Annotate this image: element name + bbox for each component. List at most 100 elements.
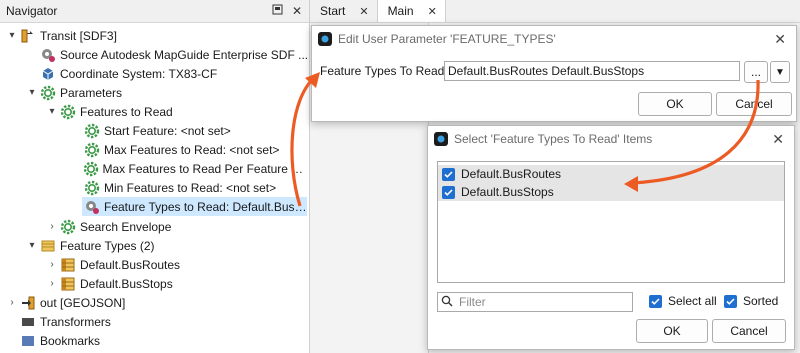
edit-parameter-dialog: Edit User Parameter 'FEATURE_TYPES' ✕ Fe… xyxy=(311,25,797,122)
list-item[interactable]: Default.BusStops xyxy=(438,183,784,201)
tab-label: Main xyxy=(387,4,414,18)
tab-main[interactable]: Main ✕ xyxy=(377,0,446,22)
tree-item-label: Transit [SDF3] xyxy=(40,28,117,43)
dialog-titlebar: Edit User Parameter 'FEATURE_TYPES' ✕ xyxy=(312,26,796,52)
tree-item-source[interactable]: Source Autodesk MapGuide Enterprise SDF … xyxy=(0,45,309,64)
tree-item-search-envelope[interactable]: › Search Envelope xyxy=(0,217,309,236)
chevron-down-icon[interactable]: ▾ xyxy=(6,26,18,45)
browse-button[interactable]: ... xyxy=(744,61,768,83)
tree-item-label: Feature Types (2) xyxy=(60,238,155,253)
tree-item-label: Bookmarks xyxy=(40,333,101,348)
select-all-checkbox[interactable]: Select all xyxy=(649,294,717,308)
checkbox-checked-icon[interactable] xyxy=(649,294,662,308)
feature-types-field[interactable]: Default.BusRoutes Default.BusStops xyxy=(444,61,740,81)
tree-item-busroutes[interactable]: › Default.BusRoutes xyxy=(0,255,309,274)
chevron-right-icon[interactable]: › xyxy=(46,217,58,236)
tree-item-max-features-per-type[interactable]: Max Features to Read Per Feature Ty... xyxy=(0,159,309,178)
items-list: Default.BusRoutes Default.BusStops xyxy=(437,161,785,283)
ok-label: OK xyxy=(663,324,681,338)
chevron-right-icon[interactable]: › xyxy=(6,293,18,312)
tree-item-transit[interactable]: ▾ Transit [SDF3] xyxy=(0,26,309,45)
table-icon xyxy=(60,257,76,273)
gear-icon xyxy=(84,180,100,196)
close-icon[interactable]: ✕ xyxy=(289,4,305,18)
checkbox-checked-icon[interactable] xyxy=(442,185,455,199)
transformer-icon xyxy=(20,314,36,330)
checkbox-checked-icon[interactable] xyxy=(724,294,737,308)
writer-icon xyxy=(20,295,36,311)
cancel-button[interactable]: Cancel xyxy=(716,92,792,116)
tree-item-label: Max Features to Read: <not set> xyxy=(104,142,280,157)
sorted-label: Sorted xyxy=(743,294,779,308)
gear-user-icon xyxy=(84,199,100,215)
tree-item-coordinate-system[interactable]: Coordinate System: TX83-CF xyxy=(0,64,309,83)
tree-item-bookmarks[interactable]: Bookmarks xyxy=(0,331,309,350)
gear-user-icon xyxy=(40,47,56,63)
reader-icon xyxy=(20,28,36,44)
chevron-down-icon[interactable]: ▾ xyxy=(26,83,38,102)
tree-item-label: Start Feature: <not set> xyxy=(104,123,231,138)
chevron-right-icon[interactable]: › xyxy=(46,255,58,274)
tree-item-label: Default.BusStops xyxy=(80,276,173,291)
tree-item-label: Features to Read xyxy=(80,104,173,119)
tree-item-feature-types-to-read[interactable]: Feature Types to Read: Default.BusR... xyxy=(82,197,307,216)
tree-item-busstops[interactable]: › Default.BusStops xyxy=(0,274,309,293)
tab-start[interactable]: Start ✕ xyxy=(310,0,378,22)
tree-item-feature-types[interactable]: ▾ Feature Types (2) xyxy=(0,236,309,255)
select-all-label: Select all xyxy=(668,294,717,308)
dialog-titlebar: Select 'Feature Types To Read' Items ✕ xyxy=(428,126,794,152)
tree-item-transformers[interactable]: Transformers xyxy=(0,312,309,331)
gear-icon xyxy=(60,219,76,235)
tree-item-label: Max Features to Read Per Feature Ty... xyxy=(102,161,310,176)
tree-item-max-features[interactable]: Max Features to Read: <not set> xyxy=(0,140,309,159)
navigator-title: Navigator xyxy=(6,4,58,18)
navigator-panel: Navigator ✕ ▾ Transit [SDF3] Source Auto… xyxy=(0,0,310,353)
ok-button[interactable]: OK xyxy=(638,92,712,116)
ok-label: OK xyxy=(666,97,684,111)
filter-input[interactable]: Filter xyxy=(437,292,633,312)
dropdown-button[interactable]: ▼ xyxy=(770,61,790,83)
app-logo-icon xyxy=(318,32,332,46)
tree-item-label: Transformers xyxy=(40,314,111,329)
gear-icon xyxy=(84,142,100,158)
tree-item-label: Source Autodesk MapGuide Enterprise SDF … xyxy=(60,47,309,62)
tab-label: Start xyxy=(320,4,346,18)
pin-icon[interactable] xyxy=(269,4,285,18)
tree-item-out[interactable]: › out [GEOJSON] xyxy=(0,293,309,312)
coordinate-icon xyxy=(40,66,56,82)
tree-item-label: Feature Types to Read: Default.BusR... xyxy=(104,199,307,214)
chevron-down-icon[interactable]: ▾ xyxy=(46,102,58,121)
app-logo-icon xyxy=(434,132,448,146)
gear-icon xyxy=(40,85,56,101)
chevron-right-icon[interactable]: › xyxy=(46,274,58,293)
field-label: Feature Types To Read: xyxy=(320,64,448,78)
tree-item-start-feature[interactable]: Start Feature: <not set> xyxy=(0,121,309,140)
navigator-header: Navigator ✕ xyxy=(0,0,309,23)
tree-item-label: out [GEOJSON] xyxy=(40,295,126,310)
field-value: Default.BusRoutes Default.BusStops xyxy=(448,64,645,78)
item-label: Default.BusRoutes xyxy=(461,167,562,181)
browse-label: ... xyxy=(750,65,761,79)
tab-bar: Start ✕ Main ✕ xyxy=(310,0,800,23)
tree-item-min-features[interactable]: Min Features to Read: <not set> xyxy=(0,178,309,197)
folder-icon xyxy=(40,238,56,254)
tree-item-label: Search Envelope xyxy=(80,219,172,234)
sorted-checkbox[interactable]: Sorted xyxy=(724,294,778,308)
dialog-title: Select 'Feature Types To Read' Items xyxy=(454,132,653,146)
tree-item-label: Default.BusRoutes xyxy=(80,257,181,272)
search-icon xyxy=(441,295,453,310)
close-icon[interactable]: ✕ xyxy=(774,31,786,48)
cancel-button[interactable]: Cancel xyxy=(712,319,786,343)
close-icon[interactable]: ✕ xyxy=(428,5,437,18)
tree-item-parameters[interactable]: ▾ Parameters xyxy=(0,83,309,102)
gear-icon xyxy=(60,104,76,120)
filter-placeholder: Filter xyxy=(459,295,486,309)
tree-item-features-to-read[interactable]: ▾ Features to Read xyxy=(0,102,309,121)
bookmark-icon xyxy=(20,333,36,349)
chevron-down-icon[interactable]: ▾ xyxy=(26,236,38,255)
close-icon[interactable]: ✕ xyxy=(359,5,368,18)
close-icon[interactable]: ✕ xyxy=(772,131,784,148)
list-item[interactable]: Default.BusRoutes xyxy=(438,165,784,183)
checkbox-checked-icon[interactable] xyxy=(442,167,455,181)
ok-button[interactable]: OK xyxy=(636,319,708,343)
